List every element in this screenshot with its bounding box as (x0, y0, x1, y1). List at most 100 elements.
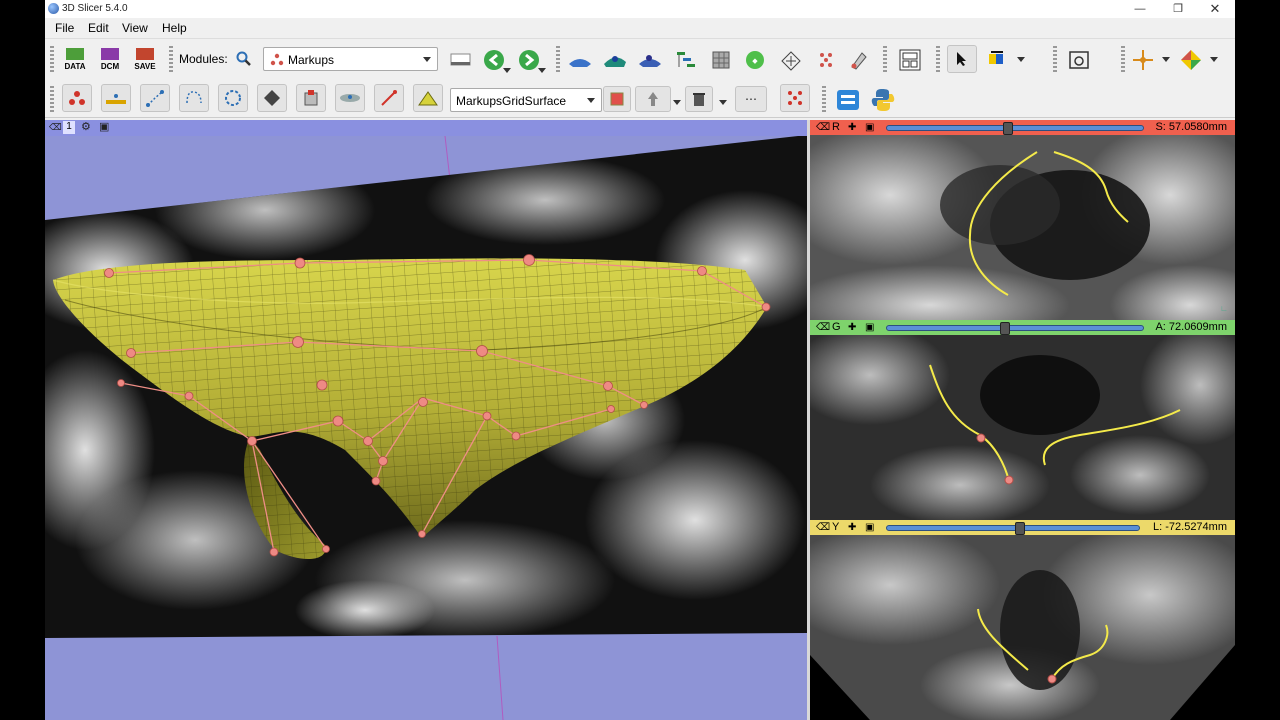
mouse-mode-view-button[interactable] (947, 45, 977, 73)
python-console-icon[interactable] (870, 87, 896, 113)
close-icon[interactable]: ✕ (1200, 1, 1230, 17)
place-roi-button[interactable] (296, 84, 326, 112)
chevron-down-icon[interactable] (719, 100, 727, 105)
place-point-list-button[interactable] (62, 84, 92, 112)
menu-view[interactable]: View (122, 21, 148, 35)
save-button[interactable]: SAVE (130, 45, 160, 73)
slider-handle[interactable] (1003, 122, 1013, 135)
slider-handle[interactable] (1015, 522, 1025, 535)
slider-handle[interactable] (1000, 322, 1010, 335)
markups-node-selector[interactable]: MarkupsGridSurface (450, 88, 602, 112)
slice-offset-value: L: -72.5274mm (1153, 521, 1227, 533)
place-plane-button[interactable] (257, 84, 287, 112)
chevron-down-icon[interactable] (673, 100, 681, 105)
green-slice-image[interactable] (810, 335, 1235, 520)
module-search-icon[interactable] (236, 51, 252, 67)
module-selector[interactable]: Markups (263, 47, 438, 71)
chevron-down-icon[interactable] (1017, 57, 1025, 62)
plane-disc-icon (340, 94, 360, 102)
welcome-module-icon[interactable] (567, 50, 593, 70)
link-icon[interactable]: ✚ (848, 122, 856, 133)
slice-intersection-icon[interactable] (1179, 48, 1203, 72)
control-point[interactable] (1004, 475, 1014, 485)
slice-offset-slider[interactable] (886, 122, 1144, 135)
node-color-button[interactable] (603, 86, 631, 112)
menu-help[interactable]: Help (162, 21, 187, 35)
toolbar-grip[interactable] (50, 86, 54, 112)
extension-manager-icon[interactable] (836, 88, 860, 112)
plane-icon (264, 90, 280, 106)
red-slice-view[interactable]: ⌫ R ✚ ▣ S: 57.0580mm ∟ (810, 120, 1235, 320)
link-icon[interactable]: ✚ (848, 322, 856, 333)
module-history-icon[interactable] (450, 51, 472, 69)
forward-arrow-icon[interactable] (518, 49, 540, 71)
slicer-logo-icon (48, 3, 59, 14)
pin-icon[interactable]: ⌫ (816, 522, 830, 533)
markups-points-module-icon[interactable] (815, 49, 837, 71)
pin-icon[interactable]: ⌫ (49, 122, 62, 133)
place-curve-button[interactable] (179, 84, 209, 112)
center-view-icon[interactable]: ⚙ (81, 120, 91, 133)
control-point[interactable] (976, 433, 986, 443)
slice-offset-slider[interactable] (886, 322, 1144, 335)
back-arrow-icon[interactable] (483, 49, 505, 71)
pin-icon[interactable]: ⌫ (816, 322, 830, 333)
place-ruler-button[interactable] (374, 84, 404, 112)
menu-file[interactable]: File (55, 21, 74, 35)
yellow-slice-image[interactable] (810, 535, 1235, 720)
segmentations-module-icon[interactable]: ◆ (744, 49, 766, 71)
place-mode-button[interactable] (635, 86, 671, 112)
screen-capture-icon[interactable] (1068, 49, 1090, 71)
pin-icon[interactable]: ⌫ (816, 122, 830, 133)
toggle-markups-visibility-button[interactable] (780, 84, 810, 112)
segment-editor-module-icon[interactable] (780, 49, 802, 71)
3d-scene[interactable] (45, 120, 807, 720)
save-icon: SAVE (134, 48, 156, 71)
toolbar-grip[interactable] (883, 46, 887, 72)
link-icon[interactable]: ✚ (848, 522, 856, 533)
slice-offset-slider[interactable] (886, 522, 1140, 535)
toolbar-grip[interactable] (169, 46, 173, 72)
place-angle-button[interactable] (140, 84, 170, 112)
place-plane-tool-button[interactable] (335, 84, 365, 112)
crosshair-icon[interactable] (1131, 48, 1155, 72)
toolbar-grip[interactable] (1121, 46, 1125, 72)
window-level-icon[interactable] (987, 50, 1007, 68)
line-icon (106, 94, 126, 104)
slice-label: R (832, 121, 840, 133)
data-module-icon[interactable] (602, 50, 628, 70)
menu-edit[interactable]: Edit (88, 21, 109, 35)
models-module-icon[interactable] (675, 50, 697, 72)
maximize-view-icon[interactable]: ▣ (865, 322, 874, 333)
chevron-down-icon[interactable] (503, 68, 511, 73)
python-edit-module-icon[interactable] (848, 49, 870, 71)
chevron-down-icon[interactable] (1162, 57, 1170, 62)
place-grid-surface-button[interactable] (413, 84, 443, 112)
toolbar-grip[interactable] (822, 86, 826, 112)
chevron-down-icon[interactable] (1210, 57, 1218, 62)
maximize-view-icon[interactable]: ▣ (865, 122, 874, 133)
red-slice-image[interactable]: ∟ (810, 135, 1235, 320)
volumes-module-icon[interactable] (637, 50, 663, 70)
green-slice-view[interactable]: ⌫ G ✚ ▣ A: 72.0609mm (810, 320, 1235, 520)
place-line-button[interactable] (101, 84, 131, 112)
3d-view[interactable]: ⌫ 1 ⚙ ▣ (45, 120, 807, 720)
load-data-button[interactable]: DATA (60, 45, 90, 73)
delete-button[interactable] (685, 86, 713, 112)
layout-icon[interactable] (898, 48, 922, 72)
restore-icon[interactable]: ❐ (1163, 1, 1193, 17)
visibility-menu-button[interactable]: ⋯ (735, 86, 767, 112)
chevron-down-icon[interactable] (538, 68, 546, 73)
toolbar-grip[interactable] (936, 46, 940, 72)
toolbar-grip[interactable] (556, 46, 560, 72)
maximize-view-icon[interactable]: ▣ (99, 120, 109, 133)
minimize-icon[interactable]: — (1125, 1, 1155, 17)
control-point[interactable] (1047, 674, 1057, 684)
place-closed-curve-button[interactable] (218, 84, 248, 112)
yellow-slice-view[interactable]: ⌫ Y ✚ ▣ L: -72.5274mm (810, 520, 1235, 720)
toolbar-grip[interactable] (50, 46, 54, 72)
load-dicom-button[interactable]: DCM (95, 45, 125, 73)
maximize-view-icon[interactable]: ▣ (865, 522, 874, 533)
toolbar-grip[interactable] (1053, 46, 1057, 72)
transforms-module-icon[interactable] (710, 49, 732, 71)
